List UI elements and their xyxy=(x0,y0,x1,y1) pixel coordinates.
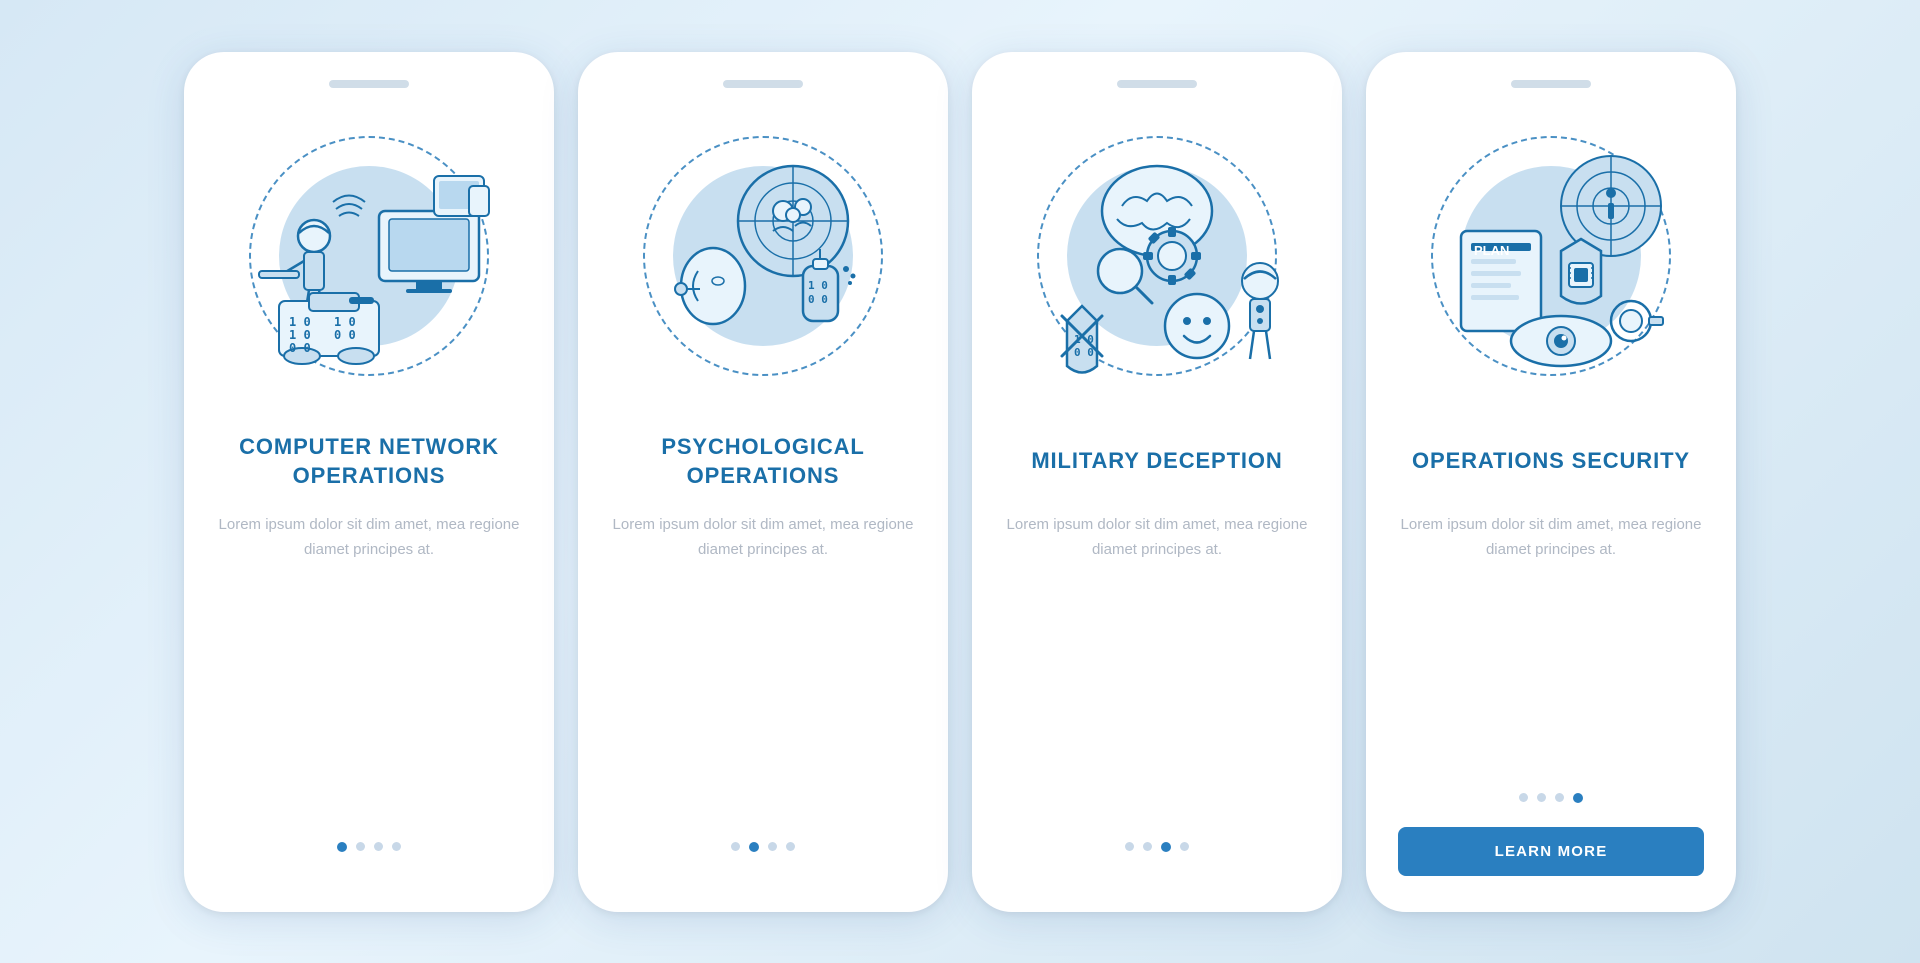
dot-4 xyxy=(1180,842,1189,851)
svg-text:PLAN: PLAN xyxy=(1474,243,1509,258)
dot-4 xyxy=(392,842,401,851)
cards-container: 1 0 1 0 0 0 1 0 0 0 COMPUTER NETWORK OPE… xyxy=(144,12,1776,952)
svg-text:1 0: 1 0 xyxy=(289,328,311,342)
dot-2 xyxy=(749,842,759,852)
illustration-operations-security: PLAN xyxy=(1401,106,1701,406)
dot-3 xyxy=(374,842,383,851)
dot-3 xyxy=(768,842,777,851)
dot-4 xyxy=(786,842,795,851)
dots-military-deception xyxy=(1125,842,1189,852)
dot-2 xyxy=(1537,793,1546,802)
svg-text:0 0: 0 0 xyxy=(289,341,311,355)
card-military-deception: 1 0 0 0 MILITA xyxy=(972,52,1342,912)
dot-1 xyxy=(731,842,740,851)
card-description-psychological: Lorem ipsum dolor sit dim amet, mea regi… xyxy=(610,512,916,665)
card-description-computer-network: Lorem ipsum dolor sit dim amet, mea regi… xyxy=(216,512,522,665)
card-title-psychological: PSYCHOLOGICAL OPERATIONS xyxy=(610,430,916,494)
svg-text:0 0: 0 0 xyxy=(334,328,356,342)
dot-2 xyxy=(1143,842,1152,851)
illustration-computer-network: 1 0 1 0 0 0 1 0 0 0 xyxy=(219,106,519,406)
card-description-operations-security: Lorem ipsum dolor sit dim amet, mea regi… xyxy=(1398,512,1704,641)
dot-4 xyxy=(1573,793,1583,803)
dot-2 xyxy=(356,842,365,851)
card-title-operations-security: OPERATIONS SECURITY xyxy=(1412,430,1690,494)
dot-1 xyxy=(1519,793,1528,802)
card-computer-network: 1 0 1 0 0 0 1 0 0 0 COMPUTER NETWORK OPE… xyxy=(184,52,554,912)
svg-text:1 0: 1 0 xyxy=(289,315,311,329)
svg-text:1 0: 1 0 xyxy=(808,279,828,292)
card-description-military-deception: Lorem ipsum dolor sit dim amet, mea regi… xyxy=(1004,512,1310,665)
dot-1 xyxy=(1125,842,1134,851)
learn-more-button[interactable]: LEARN MORE xyxy=(1398,827,1704,876)
dot-3 xyxy=(1555,793,1564,802)
svg-text:1 0: 1 0 xyxy=(334,315,356,329)
illustration-military-deception: 1 0 0 0 xyxy=(1007,106,1307,406)
svg-text:0 0: 0 0 xyxy=(1074,346,1094,359)
dots-operations-security xyxy=(1519,793,1583,803)
card-title-computer-network: COMPUTER NETWORK OPERATIONS xyxy=(216,430,522,494)
illustration-psychological: 1 0 0 0 xyxy=(613,106,913,406)
svg-text:0 0: 0 0 xyxy=(808,293,828,306)
dots-psychological xyxy=(731,842,795,852)
card-title-military-deception: MILITARY DECEPTION xyxy=(1031,430,1282,494)
card-psychological: 1 0 0 0 PSYCHOLOGICAL OPERATIONS Lorem i… xyxy=(578,52,948,912)
dot-1 xyxy=(337,842,347,852)
dots-computer-network xyxy=(337,842,401,852)
dot-3 xyxy=(1161,842,1171,852)
card-operations-security: PLAN xyxy=(1366,52,1736,912)
